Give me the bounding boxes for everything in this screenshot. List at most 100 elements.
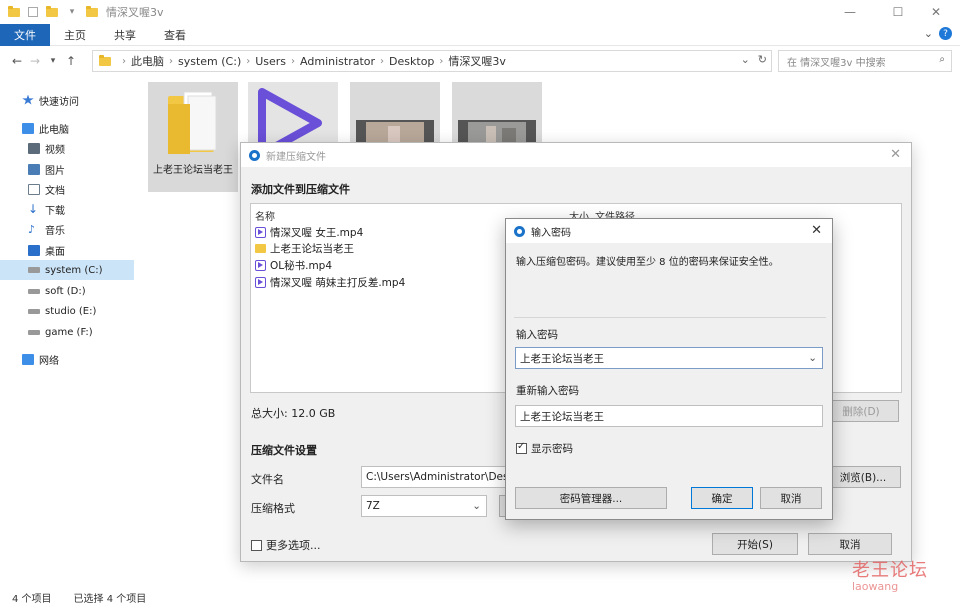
pc-icon: [22, 122, 34, 134]
app-icon: [249, 149, 260, 161]
password-manager-button[interactable]: 密码管理器...: [515, 487, 667, 509]
cancel-button[interactable]: 取消: [760, 487, 822, 509]
up-arrow-icon[interactable]: ↑: [62, 54, 80, 68]
filename-input[interactable]: C:\Users\Administrator\Des: [361, 466, 511, 488]
browse-button[interactable]: 浏览(B)...: [825, 466, 901, 488]
sidebar-item-downloads[interactable]: ↓ 下载: [0, 199, 134, 219]
drive-icon: [28, 267, 40, 273]
document-icon: [28, 183, 40, 195]
checkbox-checked-icon: [516, 441, 527, 454]
confirm-password-label: 重新输入密码: [516, 385, 579, 397]
breadcrumb-system-c[interactable]: system (C:): [178, 55, 241, 68]
music-icon: ♪: [28, 222, 36, 236]
address-dropdown-icon[interactable]: ⌄: [741, 53, 750, 66]
forward-arrow-icon[interactable]: →: [26, 54, 44, 68]
close-button[interactable]: ✕: [914, 0, 958, 24]
settings-heading: 压缩文件设置: [251, 444, 317, 457]
password-input[interactable]: 上老王论坛当老王 ⌄: [515, 347, 823, 369]
dialog-title-bar: 新建压缩文件 ✕: [241, 143, 911, 167]
breadcrumb-administrator[interactable]: Administrator: [300, 55, 375, 68]
watermark-text: 老王论坛: [852, 560, 928, 581]
cancel-button[interactable]: 取消: [808, 533, 892, 555]
tab-view[interactable]: 查看: [150, 24, 200, 46]
back-arrow-icon[interactable]: ←: [8, 54, 26, 68]
download-icon: ↓: [28, 201, 39, 216]
sidebar-item-documents[interactable]: 文档: [0, 179, 134, 199]
search-icon[interactable]: ⌕: [939, 54, 945, 65]
chevron-down-icon[interactable]: ⌄: [924, 27, 933, 40]
more-options-checkbox[interactable]: 更多选项...: [251, 537, 321, 553]
folder-small-icon: [8, 5, 20, 18]
sidebar-item-studio-e[interactable]: studio (E:): [0, 301, 134, 321]
watermark: 老王论坛 laowang: [852, 556, 952, 606]
new-folder-icon[interactable]: [46, 5, 58, 18]
ok-button[interactable]: 确定: [691, 487, 753, 509]
sidebar-item-soft-d[interactable]: soft (D:): [0, 281, 134, 301]
tab-file[interactable]: 文件: [0, 23, 50, 46]
format-label: 压缩格式: [251, 502, 295, 515]
sidebar-item-network[interactable]: 网络: [0, 349, 134, 369]
divider: [514, 317, 826, 318]
sidebar-item-pictures[interactable]: 图片: [0, 159, 134, 179]
sidebar-item-system-c[interactable]: system (C:): [0, 260, 134, 280]
address-bar[interactable]: › 此电脑 › system (C:) › Users › Administra…: [92, 50, 772, 72]
dialog-title-bar: 输入密码 ✕: [506, 219, 832, 243]
delete-button[interactable]: 删除(D): [823, 400, 899, 422]
help-icon[interactable]: ?: [939, 27, 952, 40]
list-item[interactable]: OL秘书.mp4: [255, 257, 332, 273]
list-item[interactable]: 情深叉喔 萌妹主打反差.mp4: [255, 274, 405, 290]
total-size: 总大小: 12.0 GB: [251, 407, 336, 420]
folder-icon: [168, 91, 217, 154]
file-item-folder[interactable]: 上老王论坛当老王: [148, 82, 238, 192]
folder-small-icon: [86, 5, 98, 18]
sidebar-item-this-pc[interactable]: 此电脑: [0, 118, 134, 138]
folder-icon: [255, 243, 266, 253]
show-password-checkbox[interactable]: 显示密码: [516, 441, 573, 456]
status-bar: 4 个项目 已选择 4 个项目: [0, 586, 960, 608]
network-icon: [22, 353, 34, 365]
image-icon: [28, 163, 40, 175]
format-select[interactable]: 7Z ⌄: [361, 495, 487, 517]
chevron-down-icon: ⌄: [472, 500, 481, 512]
breadcrumb-current[interactable]: 情深叉喔3v: [448, 53, 506, 69]
sidebar-item-desktop[interactable]: 桌面: [0, 240, 134, 260]
selected-count: 已选择 4 个项目: [73, 593, 147, 605]
sidebar-item-videos[interactable]: 视频: [0, 138, 134, 158]
search-input[interactable]: 在 情深叉喔3v 中搜索 ⌕: [778, 50, 952, 72]
list-item[interactable]: 上老王论坛当老王: [255, 240, 354, 256]
sidebar-item-quick-access[interactable]: 快速访问: [0, 90, 134, 110]
breadcrumb-this-pc[interactable]: 此电脑: [131, 53, 164, 69]
breadcrumb-users[interactable]: Users: [255, 55, 286, 68]
close-icon[interactable]: ✕: [890, 147, 901, 162]
minimize-button[interactable]: —: [828, 0, 872, 24]
recent-dropdown-icon[interactable]: ▾: [44, 56, 62, 66]
video-file-icon: [255, 276, 266, 288]
checkbox-icon: [251, 539, 262, 551]
app-icon: [514, 225, 525, 237]
start-button[interactable]: 开始(S): [712, 533, 798, 555]
drive-icon: [28, 288, 40, 294]
title-bar: ▾ 情深叉喔3v — ☐ ✕: [0, 0, 960, 24]
tab-home[interactable]: 主页: [50, 24, 100, 46]
password-label: 输入密码: [516, 329, 558, 341]
chevron-down-icon[interactable]: ⌄: [808, 352, 817, 364]
refresh-icon[interactable]: ↻: [758, 53, 767, 66]
close-icon[interactable]: ✕: [811, 223, 822, 238]
drive-icon: [28, 308, 40, 314]
window-title: 情深叉喔3v: [106, 6, 164, 19]
properties-icon[interactable]: [28, 7, 38, 17]
video-icon: [28, 142, 40, 154]
password-description: 输入压缩包密码。建议使用至少 8 位的密码来保证安全性。: [516, 257, 779, 268]
desktop-icon: [28, 244, 40, 256]
crumb-separator: ›: [122, 55, 126, 67]
navigation-pane: 快速访问 此电脑 视频 图片 文档 ↓ 下载 ♪ 音乐 桌面 system (C…: [0, 82, 134, 582]
tab-share[interactable]: 共享: [100, 24, 150, 46]
breadcrumb-desktop[interactable]: Desktop: [389, 55, 434, 68]
confirm-password-input[interactable]: 上老王论坛当老王: [515, 405, 823, 427]
quick-access-dropdown-icon[interactable]: ▾: [66, 6, 78, 18]
navigation-bar: ← → ▾ ↑ › 此电脑 › system (C:) › Users › Ad…: [0, 48, 960, 74]
column-header-name[interactable]: 名称: [255, 208, 275, 223]
list-item[interactable]: 情深叉喔 女王.mp4: [255, 224, 363, 240]
sidebar-item-game-f[interactable]: game (F:): [0, 322, 134, 342]
sidebar-item-music[interactable]: ♪ 音乐: [0, 219, 134, 239]
